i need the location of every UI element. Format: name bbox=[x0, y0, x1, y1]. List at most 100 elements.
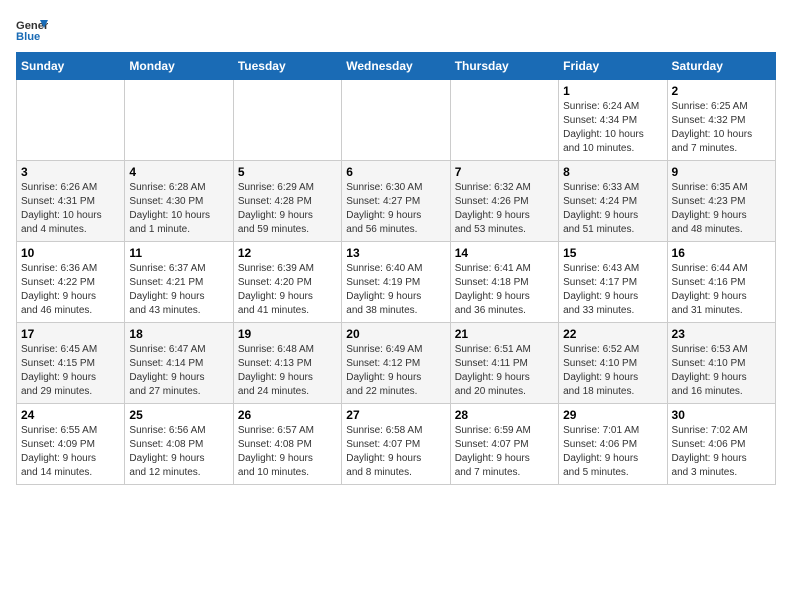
day-number: 15 bbox=[563, 246, 662, 260]
day-info: Sunrise: 6:32 AM Sunset: 4:26 PM Dayligh… bbox=[455, 181, 554, 237]
day-info: Sunrise: 7:02 AM Sunset: 4:06 PM Dayligh… bbox=[672, 424, 771, 480]
calendar-cell: 24 Sunrise: 6:55 AM Sunset: 4:09 PM Dayli… bbox=[17, 404, 125, 485]
calendar-week-5: 24 Sunrise: 6:55 AM Sunset: 4:09 PM Dayli… bbox=[17, 404, 776, 485]
day-number: 14 bbox=[455, 246, 554, 260]
calendar-cell bbox=[17, 80, 125, 161]
day-info: Sunrise: 6:49 AM Sunset: 4:12 PM Dayligh… bbox=[346, 343, 445, 399]
weekday-header-thursday: Thursday bbox=[450, 53, 558, 80]
calendar-cell: 20 Sunrise: 6:49 AM Sunset: 4:12 PM Dayli… bbox=[342, 323, 450, 404]
day-info: Sunrise: 6:29 AM Sunset: 4:28 PM Dayligh… bbox=[238, 181, 337, 237]
weekday-header-sunday: Sunday bbox=[17, 53, 125, 80]
day-info: Sunrise: 6:57 AM Sunset: 4:08 PM Dayligh… bbox=[238, 424, 337, 480]
day-number: 1 bbox=[563, 84, 662, 98]
day-info: Sunrise: 6:51 AM Sunset: 4:11 PM Dayligh… bbox=[455, 343, 554, 399]
day-info: Sunrise: 6:44 AM Sunset: 4:16 PM Dayligh… bbox=[672, 262, 771, 318]
calendar-week-4: 17 Sunrise: 6:45 AM Sunset: 4:15 PM Dayli… bbox=[17, 323, 776, 404]
weekday-header-friday: Friday bbox=[559, 53, 667, 80]
weekday-row: SundayMondayTuesdayWednesdayThursdayFrid… bbox=[17, 53, 776, 80]
day-info: Sunrise: 6:47 AM Sunset: 4:14 PM Dayligh… bbox=[129, 343, 228, 399]
calendar-cell: 10 Sunrise: 6:36 AM Sunset: 4:22 PM Dayli… bbox=[17, 242, 125, 323]
day-number: 22 bbox=[563, 327, 662, 341]
day-info: Sunrise: 6:36 AM Sunset: 4:22 PM Dayligh… bbox=[21, 262, 120, 318]
calendar-cell: 8 Sunrise: 6:33 AM Sunset: 4:24 PM Daylig… bbox=[559, 161, 667, 242]
day-info: Sunrise: 6:53 AM Sunset: 4:10 PM Dayligh… bbox=[672, 343, 771, 399]
calendar-cell bbox=[125, 80, 233, 161]
calendar-cell: 21Sunrise: 6:51 AM Sunset: 4:11 PM Dayli… bbox=[450, 323, 558, 404]
day-info: Sunrise: 6:41 AM Sunset: 4:18 PM Dayligh… bbox=[455, 262, 554, 318]
calendar-cell: 29 Sunrise: 7:01 AM Sunset: 4:06 PM Dayli… bbox=[559, 404, 667, 485]
day-number: 16 bbox=[672, 246, 771, 260]
calendar-cell: 11Sunrise: 6:37 AM Sunset: 4:21 PM Dayli… bbox=[125, 242, 233, 323]
svg-text:Blue: Blue bbox=[16, 31, 40, 43]
day-number: 3 bbox=[21, 165, 120, 179]
day-info: Sunrise: 7:01 AM Sunset: 4:06 PM Dayligh… bbox=[563, 424, 662, 480]
calendar-week-3: 10 Sunrise: 6:36 AM Sunset: 4:22 PM Dayli… bbox=[17, 242, 776, 323]
day-number: 2 bbox=[672, 84, 771, 98]
calendar-cell bbox=[450, 80, 558, 161]
calendar-header: SundayMondayTuesdayWednesdayThursdayFrid… bbox=[17, 53, 776, 80]
day-number: 5 bbox=[238, 165, 337, 179]
calendar-cell: 23Sunrise: 6:53 AM Sunset: 4:10 PM Dayli… bbox=[667, 323, 775, 404]
day-info: Sunrise: 6:26 AM Sunset: 4:31 PM Dayligh… bbox=[21, 181, 120, 237]
day-number: 29 bbox=[563, 408, 662, 422]
calendar-cell: 1Sunrise: 6:24 AM Sunset: 4:34 PM Daylig… bbox=[559, 80, 667, 161]
calendar-week-1: 1Sunrise: 6:24 AM Sunset: 4:34 PM Daylig… bbox=[17, 80, 776, 161]
day-number: 7 bbox=[455, 165, 554, 179]
calendar-cell: 14 Sunrise: 6:41 AM Sunset: 4:18 PM Dayli… bbox=[450, 242, 558, 323]
calendar-week-2: 3 Sunrise: 6:26 AM Sunset: 4:31 PM Daylig… bbox=[17, 161, 776, 242]
calendar-cell: 25Sunrise: 6:56 AM Sunset: 4:08 PM Dayli… bbox=[125, 404, 233, 485]
weekday-header-saturday: Saturday bbox=[667, 53, 775, 80]
day-number: 26 bbox=[238, 408, 337, 422]
weekday-header-tuesday: Tuesday bbox=[233, 53, 341, 80]
calendar-cell: 16 Sunrise: 6:44 AM Sunset: 4:16 PM Dayli… bbox=[667, 242, 775, 323]
day-number: 6 bbox=[346, 165, 445, 179]
day-info: Sunrise: 6:58 AM Sunset: 4:07 PM Dayligh… bbox=[346, 424, 445, 480]
day-number: 11 bbox=[129, 246, 228, 260]
calendar-cell: 22 Sunrise: 6:52 AM Sunset: 4:10 PM Dayli… bbox=[559, 323, 667, 404]
day-number: 19 bbox=[238, 327, 337, 341]
day-number: 12 bbox=[238, 246, 337, 260]
calendar-cell: 12Sunrise: 6:39 AM Sunset: 4:20 PM Dayli… bbox=[233, 242, 341, 323]
day-info: Sunrise: 6:59 AM Sunset: 4:07 PM Dayligh… bbox=[455, 424, 554, 480]
calendar-cell: 2 Sunrise: 6:25 AM Sunset: 4:32 PM Daylig… bbox=[667, 80, 775, 161]
day-number: 9 bbox=[672, 165, 771, 179]
logo-icon: General Blue bbox=[16, 16, 48, 44]
calendar-cell: 13 Sunrise: 6:40 AM Sunset: 4:19 PM Dayli… bbox=[342, 242, 450, 323]
calendar-cell: 6 Sunrise: 6:30 AM Sunset: 4:27 PM Daylig… bbox=[342, 161, 450, 242]
calendar-cell: 4 Sunrise: 6:28 AM Sunset: 4:30 PM Daylig… bbox=[125, 161, 233, 242]
calendar-cell: 30 Sunrise: 7:02 AM Sunset: 4:06 PM Dayli… bbox=[667, 404, 775, 485]
day-number: 4 bbox=[129, 165, 228, 179]
day-info: Sunrise: 6:40 AM Sunset: 4:19 PM Dayligh… bbox=[346, 262, 445, 318]
day-info: Sunrise: 6:35 AM Sunset: 4:23 PM Dayligh… bbox=[672, 181, 771, 237]
weekday-header-monday: Monday bbox=[125, 53, 233, 80]
calendar-cell: 5 Sunrise: 6:29 AM Sunset: 4:28 PM Daylig… bbox=[233, 161, 341, 242]
day-number: 10 bbox=[21, 246, 120, 260]
day-number: 20 bbox=[346, 327, 445, 341]
calendar-cell: 28 Sunrise: 6:59 AM Sunset: 4:07 PM Dayli… bbox=[450, 404, 558, 485]
day-number: 17 bbox=[21, 327, 120, 341]
day-number: 28 bbox=[455, 408, 554, 422]
day-info: Sunrise: 6:33 AM Sunset: 4:24 PM Dayligh… bbox=[563, 181, 662, 237]
calendar-body: 1Sunrise: 6:24 AM Sunset: 4:34 PM Daylig… bbox=[17, 80, 776, 485]
day-info: Sunrise: 6:48 AM Sunset: 4:13 PM Dayligh… bbox=[238, 343, 337, 399]
day-number: 24 bbox=[21, 408, 120, 422]
day-info: Sunrise: 6:43 AM Sunset: 4:17 PM Dayligh… bbox=[563, 262, 662, 318]
calendar-cell: 9 Sunrise: 6:35 AM Sunset: 4:23 PM Daylig… bbox=[667, 161, 775, 242]
day-number: 25 bbox=[129, 408, 228, 422]
calendar-cell: 18 Sunrise: 6:47 AM Sunset: 4:14 PM Dayli… bbox=[125, 323, 233, 404]
calendar-cell: 17 Sunrise: 6:45 AM Sunset: 4:15 PM Dayli… bbox=[17, 323, 125, 404]
day-number: 13 bbox=[346, 246, 445, 260]
day-info: Sunrise: 6:28 AM Sunset: 4:30 PM Dayligh… bbox=[129, 181, 228, 237]
day-number: 30 bbox=[672, 408, 771, 422]
day-info: Sunrise: 6:55 AM Sunset: 4:09 PM Dayligh… bbox=[21, 424, 120, 480]
logo: General Blue bbox=[16, 16, 48, 44]
calendar-cell: 15 Sunrise: 6:43 AM Sunset: 4:17 PM Dayli… bbox=[559, 242, 667, 323]
day-info: Sunrise: 6:30 AM Sunset: 4:27 PM Dayligh… bbox=[346, 181, 445, 237]
day-info: Sunrise: 6:25 AM Sunset: 4:32 PM Dayligh… bbox=[672, 100, 771, 156]
day-number: 18 bbox=[129, 327, 228, 341]
day-number: 8 bbox=[563, 165, 662, 179]
calendar-cell: 3 Sunrise: 6:26 AM Sunset: 4:31 PM Daylig… bbox=[17, 161, 125, 242]
day-info: Sunrise: 6:45 AM Sunset: 4:15 PM Dayligh… bbox=[21, 343, 120, 399]
calendar-cell: 26 Sunrise: 6:57 AM Sunset: 4:08 PM Dayli… bbox=[233, 404, 341, 485]
day-info: Sunrise: 6:52 AM Sunset: 4:10 PM Dayligh… bbox=[563, 343, 662, 399]
